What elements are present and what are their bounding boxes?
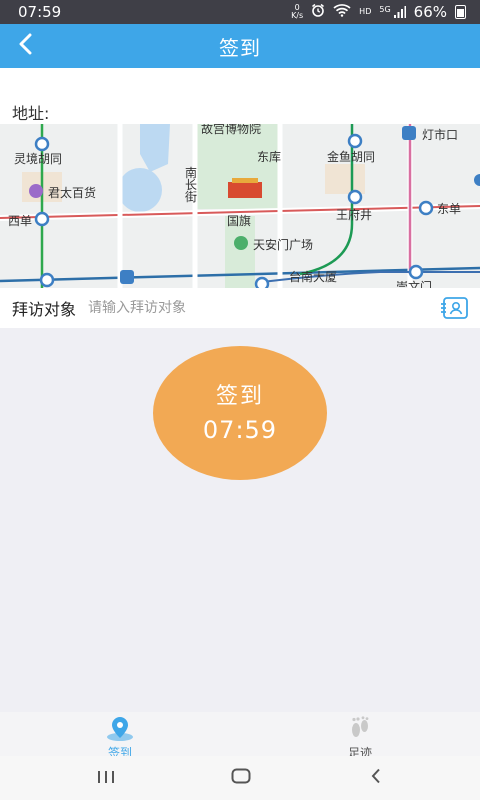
map-label: 台南大厦 bbox=[289, 270, 338, 284]
lake bbox=[118, 168, 162, 212]
visit-target-row: 拜访对象 bbox=[0, 288, 480, 328]
map-label: 君太百货 bbox=[48, 186, 97, 200]
home-button[interactable] bbox=[221, 764, 261, 792]
net-speed-unit: K/s bbox=[291, 11, 304, 20]
map-label: 东库 bbox=[257, 150, 282, 164]
map-label: 天安门广场 bbox=[253, 238, 314, 252]
landmark-poi-icon bbox=[234, 236, 248, 250]
checkin-button-label: 签到 bbox=[215, 384, 264, 409]
recents-icon bbox=[97, 769, 115, 788]
recents-button[interactable] bbox=[86, 764, 126, 792]
tab-checkin[interactable]: 签到 bbox=[0, 712, 240, 760]
status-bar: 07:59 0 K/s HD 5G 66% bbox=[0, 0, 480, 24]
net-speed: 0 K/s bbox=[291, 4, 303, 20]
back-button[interactable] bbox=[8, 24, 44, 68]
checkin-button[interactable]: 签到 07:59 bbox=[153, 346, 327, 480]
battery-icon bbox=[455, 5, 466, 19]
map-label: 国旗 bbox=[227, 214, 252, 228]
map-label: 街 bbox=[185, 190, 198, 204]
network-label: 5G bbox=[379, 4, 391, 14]
map-label: 崇文门 bbox=[396, 280, 433, 288]
page-title: 签到 bbox=[219, 35, 261, 60]
chevron-left-icon bbox=[18, 33, 34, 59]
shopping-poi-icon bbox=[29, 184, 43, 198]
map-label: 金鱼胡同 bbox=[327, 150, 376, 164]
map-label: 东单 bbox=[437, 202, 462, 216]
contact-card-icon[interactable] bbox=[441, 296, 469, 320]
map-label: 西单 bbox=[8, 214, 33, 228]
battery-text: 66% bbox=[413, 3, 447, 21]
map-label: 王府井 bbox=[336, 208, 373, 222]
status-time: 07:59 bbox=[18, 3, 62, 21]
app-header: 签到 bbox=[0, 24, 480, 68]
location-pin-icon bbox=[105, 716, 135, 742]
checkin-time: 07:59 bbox=[202, 416, 278, 444]
map-graphics bbox=[0, 124, 480, 288]
tab-footprint[interactable]: 足迹 bbox=[240, 712, 480, 760]
map-view[interactable]: 故宫博物院 灯市口 灵境胡同 东库 金鱼胡同 南 长 街 君太百货 西单 王府井… bbox=[0, 124, 480, 288]
visit-target-label: 拜访对象 bbox=[12, 300, 77, 319]
signal-icon: 5G bbox=[379, 4, 406, 19]
address-row: 地址: bbox=[0, 68, 480, 124]
system-back-button[interactable] bbox=[356, 764, 396, 792]
home-icon bbox=[231, 768, 251, 788]
bottom-tab-bar: 签到 足迹 bbox=[0, 712, 480, 760]
visit-target-input[interactable] bbox=[88, 300, 409, 316]
map-label: 故宫博物院 bbox=[201, 124, 262, 136]
footprint-icon bbox=[345, 716, 375, 742]
map-label: 灯市口 bbox=[422, 128, 459, 142]
system-nav-bar bbox=[0, 756, 480, 800]
hd-label: HD bbox=[359, 7, 372, 16]
status-icons: 0 K/s HD 5G 66% bbox=[291, 3, 466, 21]
map-label: 灵境胡同 bbox=[14, 152, 63, 166]
back-icon bbox=[370, 768, 382, 788]
tiananmen-icon bbox=[228, 182, 262, 198]
wifi-icon bbox=[333, 3, 351, 21]
address-label: 地址: bbox=[12, 104, 50, 123]
alarm-icon bbox=[311, 3, 325, 21]
